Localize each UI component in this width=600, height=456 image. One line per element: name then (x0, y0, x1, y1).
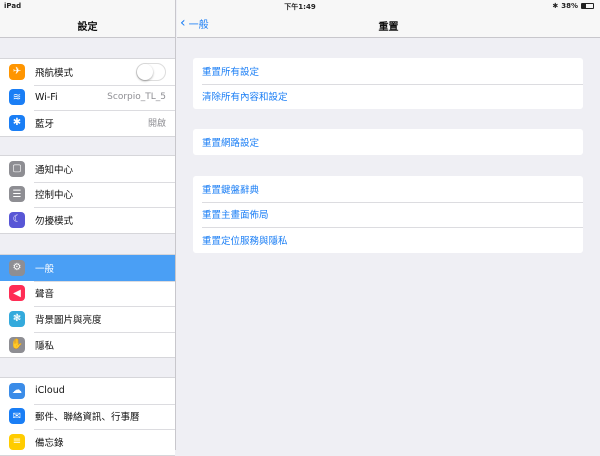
reset-option[interactable]: 重置所有設定 (193, 58, 583, 84)
battery-icon (581, 3, 594, 9)
clock: 下午1:49 (284, 3, 316, 11)
sidebar-item[interactable]: ✉ 郵件、聯絡資訊、行事曆 (0, 403, 175, 430)
sidebar-group: ▢ 通知中心 ☰ 控制中心 ☾ 勿擾模式 (0, 155, 175, 234)
reset-group: 重置所有設定 清除所有內容和設定 (193, 58, 583, 110)
sidebar-item-value: 開啟 (147, 119, 166, 130)
sidebar-item-label: Wi-Fi (35, 91, 58, 103)
sidebar-item[interactable]: ✋ 隱私 (0, 331, 175, 358)
sidebar-item-label: 背景圖片與亮度 (35, 314, 102, 326)
sidebar-item[interactable]: ☁ iCloud (0, 378, 175, 404)
sidebar-item-label: 控制中心 (35, 190, 74, 202)
reset-option[interactable]: 重置網路設定 (193, 129, 583, 155)
battery-percent: 38% (561, 2, 578, 10)
sidebar-item-label: 藍牙 (35, 118, 55, 130)
status-bar: iPad 下午1:49 ✱ 38% (0, 0, 600, 12)
airplane-icon: ✈ (9, 63, 25, 80)
airplane-mode-toggle[interactable] (136, 62, 166, 81)
sidebar-item-label: iCloud (35, 385, 65, 397)
sidebar-title: 設定 (77, 22, 98, 33)
sidebar-item-label: 勿擾模式 (35, 215, 74, 227)
back-button[interactable]: ‹ 一般 (180, 15, 209, 31)
sidebar-item-value: Scorpio_TL_5 (107, 92, 166, 103)
sidebar-item[interactable]: ≋ Wi-Fi Scorpio_TL_5 (0, 84, 175, 111)
reset-option[interactable]: 清除所有內容和設定 (193, 83, 583, 110)
wallpaper-icon: ❃ (9, 310, 25, 327)
reset-option[interactable]: 重置主畫面佈局 (193, 201, 583, 228)
chevron-left-icon: ‹ (180, 15, 186, 31)
notes-icon: ≡ (9, 433, 25, 450)
cloud-icon: ☁ (9, 382, 25, 399)
page-title: 重置 (378, 22, 399, 33)
sidebar-item[interactable]: ☰ 控制中心 (0, 181, 175, 208)
reset-group: 重置鍵盤辭典 重置主畫面佈局 重置定位服務與隱私 (193, 176, 583, 253)
sidebar-group: ✈ 飛航模式 ≋ Wi-Fi Scorpio_TL_5 ✱ 藍牙 開啟 (0, 58, 175, 137)
notification-center-icon: ▢ (9, 160, 25, 177)
sidebar-item[interactable]: ▢ 通知中心 (0, 156, 175, 182)
sidebar-item-label: 郵件、聯絡資訊、行事曆 (35, 412, 140, 424)
sidebar-item[interactable]: ❃ 背景圖片與亮度 (0, 306, 175, 332)
wifi-icon: ≋ (9, 89, 25, 106)
sidebar-item[interactable]: ☾ 勿擾模式 (0, 207, 175, 233)
sidebar-item[interactable]: ≡ 備忘錄 (0, 429, 175, 455)
hand-icon: ✋ (9, 336, 25, 353)
gear-icon: ⚙ (9, 259, 25, 276)
control-center-icon: ☰ (9, 186, 25, 203)
settings-sidebar: 設定 ✈ 飛航模式 ≋ Wi-Fi Scorpio_TL_5 ✱ 藍牙 開啟 ▢ 通知中心 ☰ 控制中… (0, 0, 176, 456)
sidebar-item-label: 一般 (35, 263, 55, 275)
sidebar-item[interactable]: ⚙ 一般 (0, 255, 175, 281)
sidebar-item-label: 聲音 (35, 289, 55, 301)
sidebar-item[interactable]: ✈ 飛航模式 (0, 59, 175, 85)
reset-option[interactable]: 重置鍵盤辭典 (193, 176, 583, 202)
reset-group: 重置網路設定 (193, 129, 583, 155)
sidebar-item[interactable]: ◀ 聲音 (0, 280, 175, 307)
sidebar-item[interactable]: ✱ 藍牙 開啟 (0, 110, 175, 136)
sidebar-item-label: 備忘錄 (35, 437, 64, 449)
mail-icon: ✉ (9, 408, 25, 425)
bluetooth-icon: ✱ (9, 114, 25, 131)
speaker-icon: ◀ (9, 285, 25, 302)
sidebar-item-label: 隱私 (35, 340, 55, 352)
bluetooth-status-icon: ✱ (552, 2, 559, 10)
sidebar-item-label: 飛航模式 (35, 67, 74, 79)
back-label: 一般 (188, 19, 209, 31)
sidebar-group: ⚙ 一般 ◀ 聲音 ❃ 背景圖片與亮度 ✋ 隱私 (0, 254, 175, 359)
moon-icon: ☾ (9, 211, 25, 228)
sidebar-item-label: 通知中心 (35, 164, 74, 176)
sidebar-group: ☁ iCloud ✉ 郵件、聯絡資訊、行事曆 ≡ 備忘錄 (0, 377, 175, 456)
reset-option[interactable]: 重置定位服務與隱私 (193, 227, 583, 253)
